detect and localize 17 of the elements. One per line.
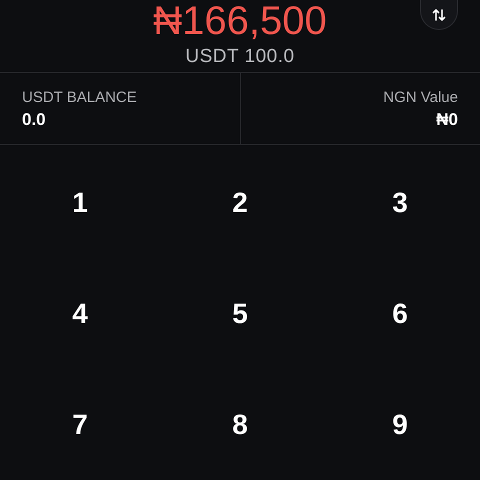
amount-text: ₦166,500 [153, 0, 327, 42]
swap-button[interactable] [420, 0, 458, 30]
swap-icon [431, 6, 447, 22]
balance-value: ₦0 [436, 110, 458, 130]
converted-amount: USDT 100.0 [185, 46, 295, 68]
keypad-key[interactable]: 6 [376, 290, 424, 338]
balance-label: USDT BALANCE [22, 89, 138, 106]
keypad-key[interactable]: 2 [216, 178, 264, 226]
balance-value: 0.0 [22, 110, 47, 130]
keypad-key[interactable]: 4 [56, 290, 104, 338]
balance-label: NGN Value [383, 89, 458, 106]
keypad-key[interactable]: 5 [216, 290, 264, 338]
keypad-key[interactable]: 1 [56, 178, 104, 226]
keypad-key[interactable]: 9 [376, 400, 424, 448]
keypad-key[interactable]: 8 [216, 400, 264, 448]
keypad-key[interactable]: 7 [56, 400, 104, 448]
keypad-key[interactable]: 3 [376, 178, 424, 226]
